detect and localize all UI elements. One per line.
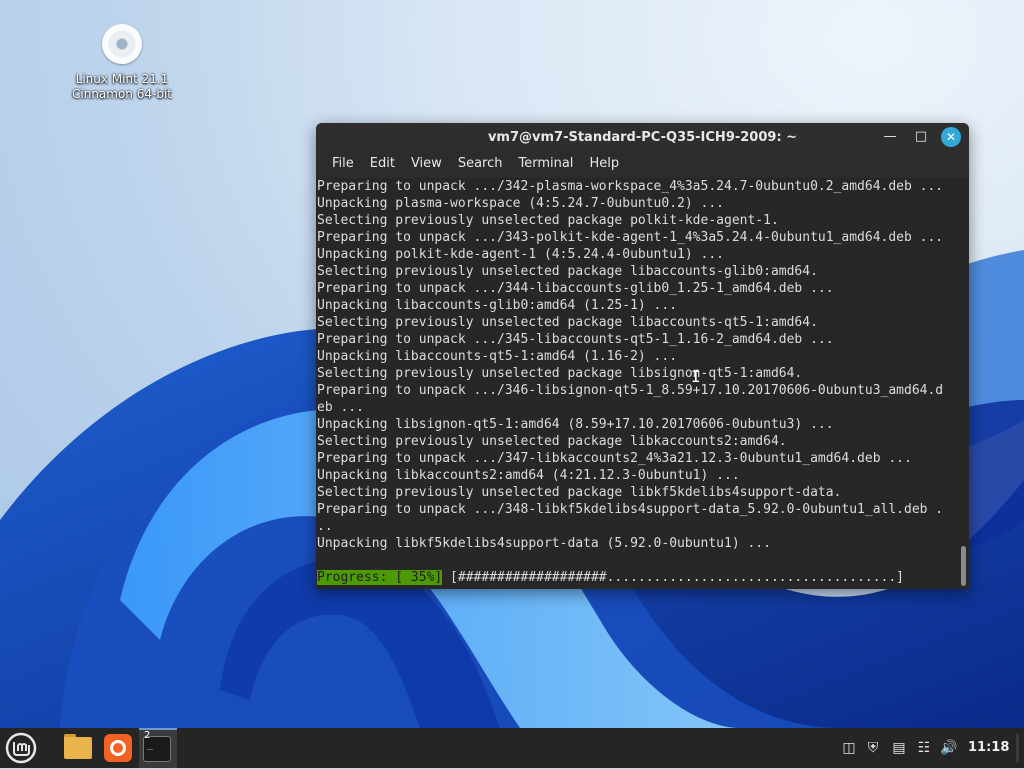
progress-label: Progress: [ 35%] xyxy=(317,570,443,585)
terminal-line: Unpacking libaccounts-qt5-1:amd64 (1.16-… xyxy=(317,349,678,364)
scrollbar[interactable] xyxy=(957,178,969,589)
terminal-line: Preparing to unpack .../343-polkit-kde-a… xyxy=(317,230,944,245)
terminal-line: Preparing to unpack .../347-libkaccounts… xyxy=(317,451,912,466)
folder-icon-body xyxy=(64,737,92,759)
terminal-line: eb ... xyxy=(317,400,364,415)
desktop-icon-label-line1: Linux Mint 21.1 xyxy=(75,72,169,86)
window-count-badge: 2 xyxy=(144,730,151,741)
terminal-line: Unpacking libkf5kdelibs4support-data (5.… xyxy=(317,536,771,551)
minimize-button[interactable]: — xyxy=(880,127,900,147)
maximize-icon: □ xyxy=(914,129,928,144)
terminal-line: Selecting previously unselected package … xyxy=(317,366,803,381)
desktop-icon-linux-mint-disc[interactable]: Linux Mint 21.1 Cinnamon 64-bit xyxy=(66,24,178,102)
bottom-panel: _ 2 ◫ ⛨ ▤ ☷ 🔊 11:18 xyxy=(0,728,1024,768)
terminal-line: Unpacking libsignon-qt5-1:amd64 (8.59+17… xyxy=(317,417,834,432)
clipboard-icon[interactable]: ◫ xyxy=(840,739,858,757)
update-manager-icon[interactable]: ▤ xyxy=(890,739,908,757)
clock[interactable]: 11:18 xyxy=(968,740,1009,755)
terminal-line: Preparing to unpack .../345-libaccounts-… xyxy=(317,332,834,347)
disc-icon xyxy=(102,24,142,64)
taskbar-files[interactable] xyxy=(61,731,95,765)
terminal-line: Unpacking polkit-kde-agent-1 (4:5.24.4-0… xyxy=(317,247,724,262)
text-cursor-icon: I xyxy=(691,367,701,386)
show-desktop-button[interactable] xyxy=(1016,734,1019,762)
network-icon[interactable]: ☷ xyxy=(915,739,933,757)
terminal-line: Selecting previously unselected package … xyxy=(317,485,842,500)
close-icon: ✕ xyxy=(945,130,957,144)
shield-icon[interactable]: ⛨ xyxy=(864,739,882,757)
terminal-line: .. xyxy=(317,519,333,534)
menu-file[interactable]: File xyxy=(324,151,362,177)
taskbar-terminal[interactable]: _ 2 xyxy=(139,728,177,768)
terminal-line: Selecting previously unselected package … xyxy=(317,213,779,228)
terminal-line: Unpacking plasma-workspace (4:5.24.7-0ub… xyxy=(317,196,724,211)
close-button[interactable]: ✕ xyxy=(941,127,961,147)
progress-bar-text: [###################....................… xyxy=(442,570,905,585)
window-title: vm7@vm7-Standard-PC-Q35-ICH9-2009: ~ xyxy=(487,130,798,145)
mint-menu-button[interactable] xyxy=(4,731,38,765)
terminal-line: Preparing to unpack .../344-libaccounts-… xyxy=(317,281,834,296)
desktop-icon-label-line2: Cinnamon 64-bit xyxy=(72,87,172,101)
terminal-line: Preparing to unpack .../348-libkf5kdelib… xyxy=(317,502,944,517)
menubar: File Edit View Search Terminal Help xyxy=(316,151,969,177)
terminal-line: Selecting previously unselected package … xyxy=(317,434,787,449)
menu-terminal[interactable]: Terminal xyxy=(510,151,581,177)
scrollbar-thumb[interactable] xyxy=(961,546,966,586)
terminal-line: Selecting previously unselected package … xyxy=(317,264,818,279)
menu-view[interactable]: View xyxy=(403,151,450,177)
mint-logo-icon xyxy=(5,732,37,764)
menu-edit[interactable]: Edit xyxy=(362,151,403,177)
terminal-line: Preparing to unpack .../346-libsignon-qt… xyxy=(317,383,944,398)
titlebar[interactable]: vm7@vm7-Standard-PC-Q35-ICH9-2009: ~ — □… xyxy=(316,123,969,151)
menu-search[interactable]: Search xyxy=(450,151,511,177)
terminal-window[interactable]: vm7@vm7-Standard-PC-Q35-ICH9-2009: ~ — □… xyxy=(316,123,969,589)
taskbar-firefox[interactable] xyxy=(101,731,135,765)
maximize-button[interactable]: □ xyxy=(911,127,931,147)
menu-help[interactable]: Help xyxy=(581,151,627,177)
firefox-icon-ring xyxy=(110,740,126,756)
progress-line: Progress: [ 35%] [###################...… xyxy=(317,569,958,586)
volume-icon[interactable]: 🔊 xyxy=(940,739,958,757)
terminal-line: Preparing to unpack .../342-plasma-works… xyxy=(317,179,944,194)
terminal-line: Selecting previously unselected package … xyxy=(317,315,818,330)
terminal-line: Unpacking libkaccounts2:amd64 (4:21.12.3… xyxy=(317,468,740,483)
terminal-output[interactable]: Preparing to unpack .../342-plasma-works… xyxy=(316,178,958,589)
minimize-icon: — xyxy=(883,129,897,144)
terminal-line: Unpacking libaccounts-glib0:amd64 (1.25-… xyxy=(317,298,678,313)
